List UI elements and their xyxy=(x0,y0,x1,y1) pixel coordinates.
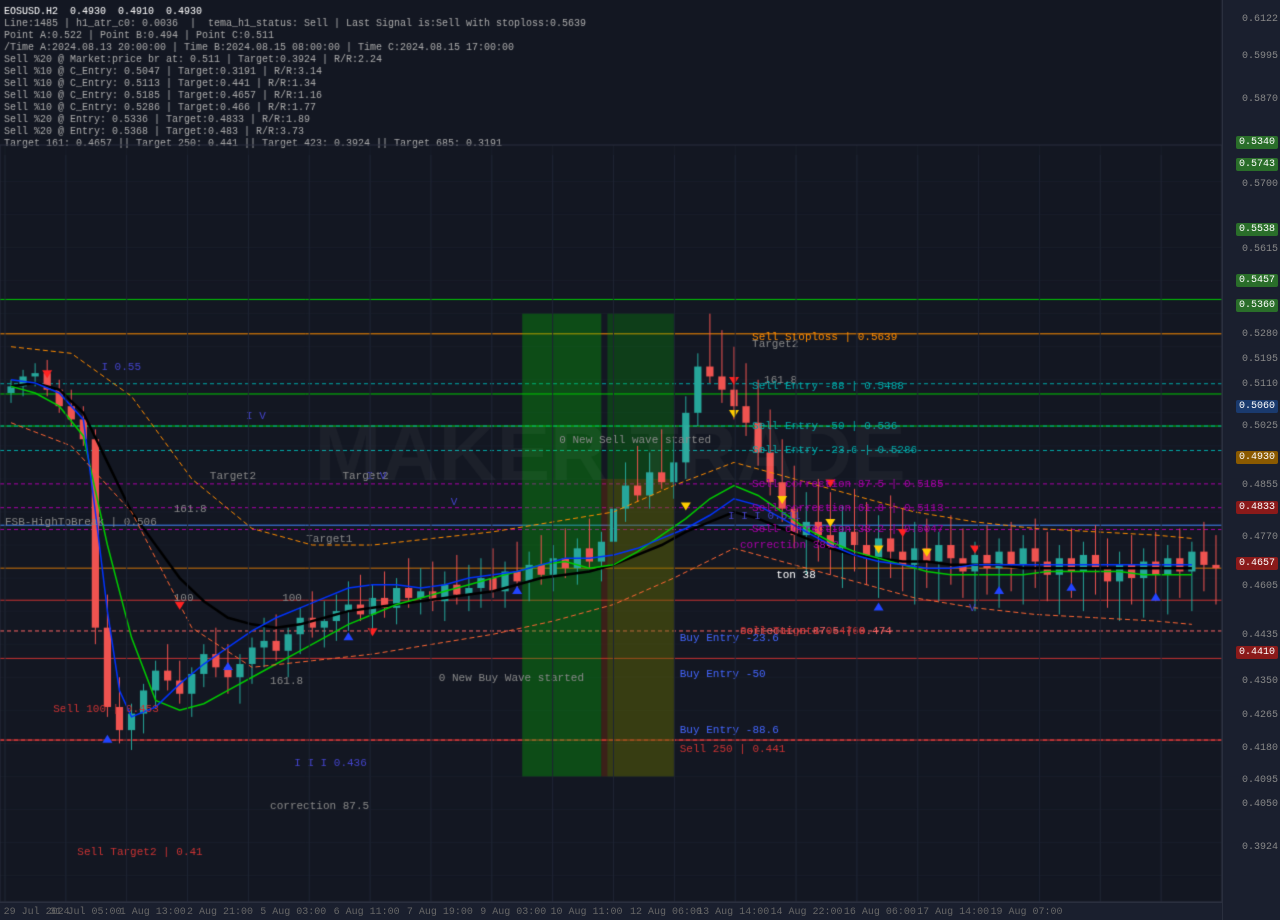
time-label: 7 Aug 19:00 xyxy=(407,907,473,918)
price-label: 0.4605 xyxy=(1242,581,1278,592)
time-label: 12 Aug 06:00 xyxy=(630,907,702,918)
price-label: 0.5360 xyxy=(1236,299,1278,312)
price-label: 0.4930 xyxy=(1236,451,1278,464)
price-label: 0.4435 xyxy=(1242,630,1278,641)
price-label: 0.4410 xyxy=(1236,646,1278,659)
price-label: 0.4095 xyxy=(1242,775,1278,786)
time-label: 9 Aug 03:00 xyxy=(480,907,546,918)
time-label: 5 Aug 03:00 xyxy=(260,907,326,918)
time-label: 1 Aug 13:00 xyxy=(120,907,186,918)
price-label: 0.5025 xyxy=(1242,421,1278,432)
price-label: 0.5280 xyxy=(1242,329,1278,340)
chart-canvas xyxy=(0,0,1280,920)
price-label: 0.5340 xyxy=(1236,136,1278,149)
price-label: 0.4350 xyxy=(1242,676,1278,687)
time-label: 10 Aug 11:00 xyxy=(551,907,623,918)
time-label: 13 Aug 14:00 xyxy=(697,907,769,918)
price-label: 0.5110 xyxy=(1242,379,1278,390)
chart-container: 0.6122 0.5995 0.5870 0.5340 0.5743 0.5700 0.55… xyxy=(0,0,1280,920)
price-axis: 0.6122 0.5995 0.5870 0.5340 0.5743 0.5700 0.55… xyxy=(1222,0,1280,920)
top-info xyxy=(4,2,16,32)
price-label: 0.4050 xyxy=(1242,799,1278,810)
time-label: 2 Aug 21:00 xyxy=(187,907,253,918)
price-label: 0.4770 xyxy=(1242,532,1278,543)
time-label: 31 Jul 05:00 xyxy=(50,907,122,918)
price-label: 0.4657 xyxy=(1236,557,1278,570)
price-label: 0.5870 xyxy=(1242,94,1278,105)
price-label: 0.4180 xyxy=(1242,743,1278,754)
time-label: 19 Aug 07:00 xyxy=(990,907,1062,918)
price-label: 0.5615 xyxy=(1242,244,1278,255)
time-axis: 29 Jul 202431 Jul 05:001 Aug 13:002 Aug … xyxy=(0,902,1222,920)
price-label: 0.5743 xyxy=(1236,158,1278,171)
price-label: 0.5700 xyxy=(1242,179,1278,190)
price-label: 0.5995 xyxy=(1242,51,1278,62)
price-label: 0.5457 xyxy=(1236,274,1278,287)
price-label: 0.4855 xyxy=(1242,480,1278,491)
price-label: 0.5060 xyxy=(1236,400,1278,413)
time-label: 14 Aug 22:00 xyxy=(771,907,843,918)
price-label: 0.4265 xyxy=(1242,710,1278,721)
time-label: 16 Aug 06:00 xyxy=(844,907,916,918)
price-label: 0.6122 xyxy=(1242,14,1278,25)
price-label: 0.4833 xyxy=(1236,501,1278,514)
price-label: 0.5538 xyxy=(1236,223,1278,236)
time-label: 17 Aug 14:00 xyxy=(917,907,989,918)
price-label: 0.5195 xyxy=(1242,354,1278,365)
time-label: 6 Aug 11:00 xyxy=(334,907,400,918)
price-label: 0.3924 xyxy=(1242,842,1278,853)
